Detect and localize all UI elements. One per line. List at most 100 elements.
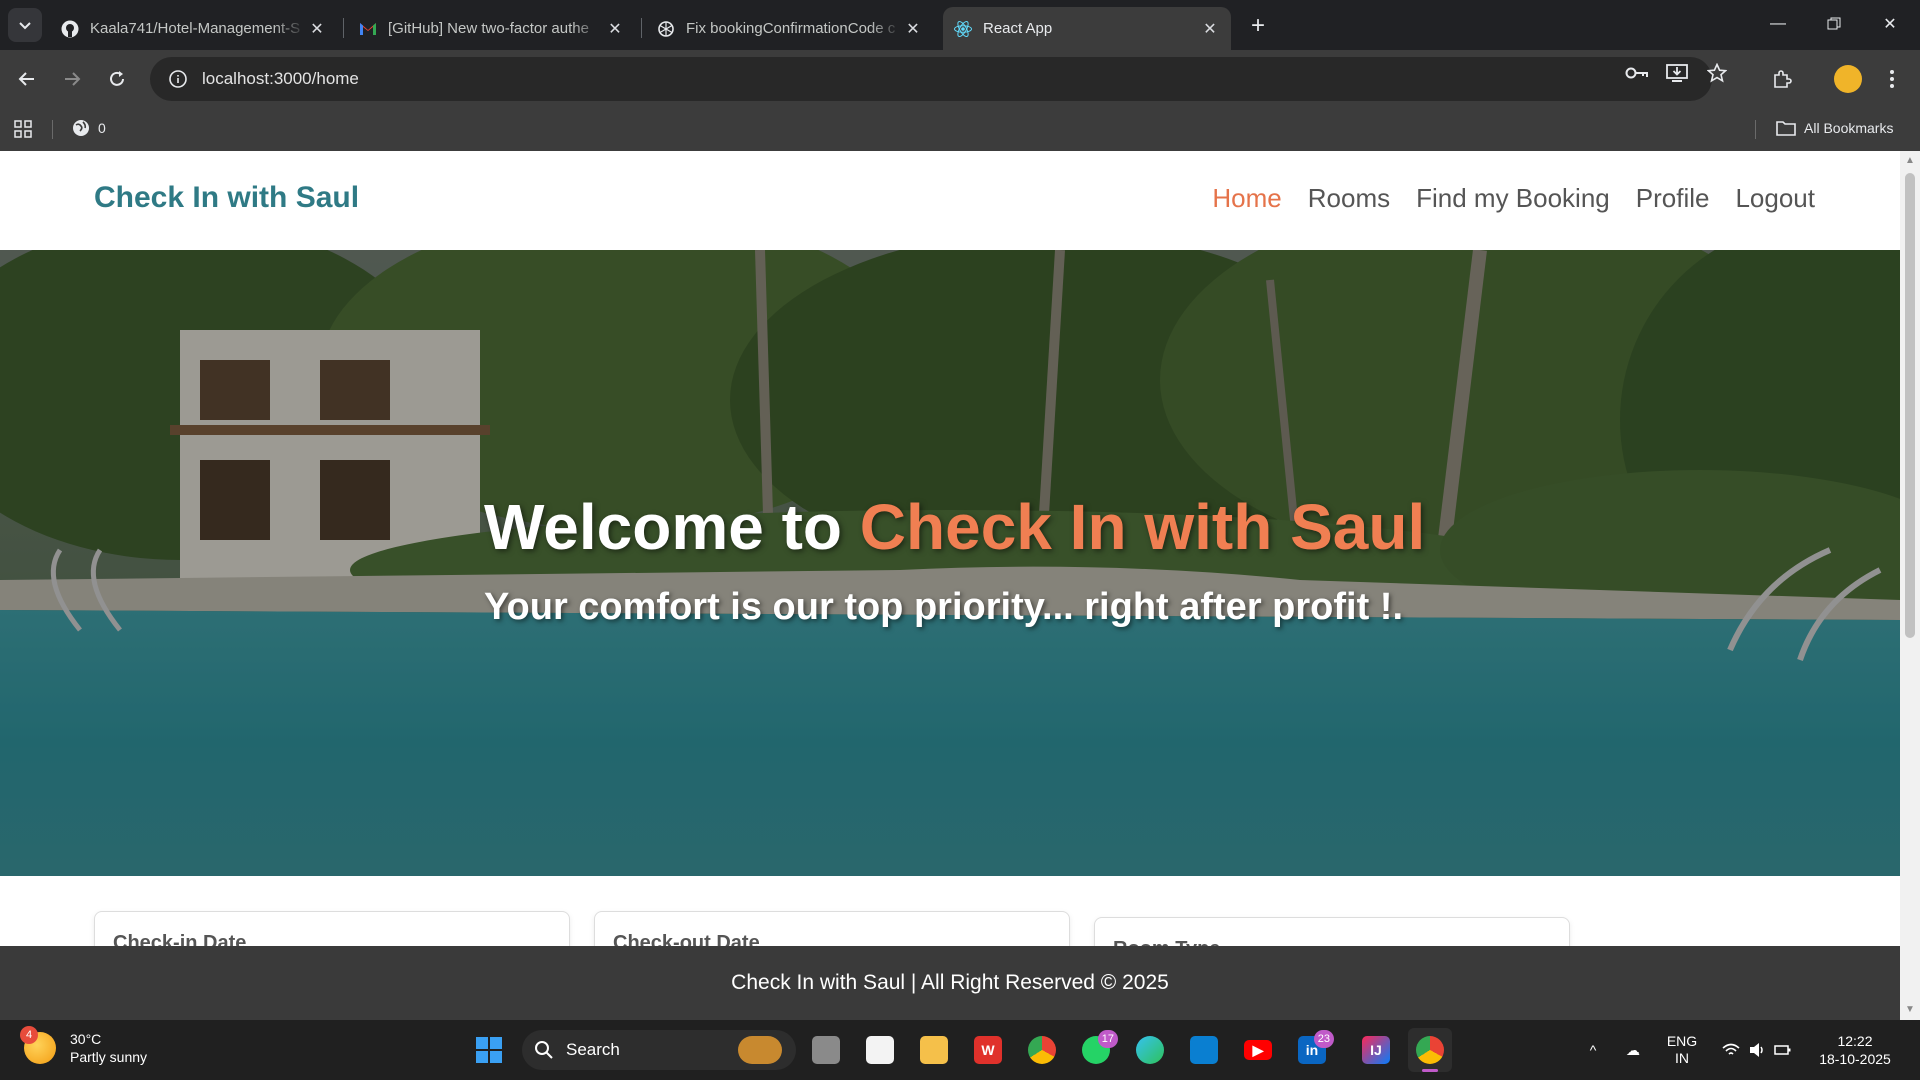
page-scrollbar[interactable]: ▲ ▼ bbox=[1900, 151, 1920, 1020]
vscode-app[interactable] bbox=[1182, 1028, 1226, 1072]
partly-sunny-icon: 4 bbox=[20, 1026, 56, 1064]
whatsapp-app[interactable]: 17 bbox=[1074, 1028, 1118, 1072]
nav-profile[interactable]: Profile bbox=[1636, 183, 1710, 214]
arrow-right-icon bbox=[65, 72, 81, 86]
arrow-left-icon bbox=[18, 72, 34, 86]
tray-overflow-icon[interactable]: ^ bbox=[1580, 1020, 1606, 1080]
nav-rooms[interactable]: Rooms bbox=[1308, 183, 1390, 214]
windows-logo-icon bbox=[476, 1037, 502, 1063]
onedrive-icon[interactable]: ☁ bbox=[1620, 1020, 1646, 1080]
bookmark-star-icon[interactable] bbox=[1704, 60, 1730, 86]
taskbar-search[interactable]: Search bbox=[522, 1030, 796, 1070]
chrome-icon bbox=[1416, 1036, 1444, 1064]
chrome-icon bbox=[1028, 1036, 1056, 1064]
restore-button[interactable] bbox=[1806, 0, 1862, 48]
search-highlight-icon bbox=[738, 1036, 782, 1064]
lang-line2: IN bbox=[1675, 1050, 1689, 1066]
close-icon: ✕ bbox=[1883, 16, 1897, 33]
site-header: Check In with Saul Home Rooms Find my Bo… bbox=[0, 151, 1900, 250]
hero-banner: Welcome to Check In with Saul Your comfo… bbox=[0, 250, 1900, 876]
bookmark-item[interactable]: 0 bbox=[72, 119, 106, 137]
site-info-icon[interactable] bbox=[156, 69, 200, 89]
tab-react-app[interactable]: React App ✕ bbox=[943, 7, 1231, 50]
forward-button[interactable] bbox=[54, 61, 90, 97]
close-icon[interactable]: ✕ bbox=[902, 18, 924, 40]
wifi-icon[interactable] bbox=[1718, 1020, 1744, 1080]
bookmark-divider bbox=[1755, 120, 1756, 139]
reload-button[interactable] bbox=[99, 61, 135, 97]
scroll-down-icon[interactable]: ▼ bbox=[1904, 1004, 1916, 1016]
whatsapp-badge: 17 bbox=[1097, 1030, 1118, 1048]
intellij-app[interactable]: IJ bbox=[1354, 1028, 1398, 1072]
close-window-button[interactable]: ✕ bbox=[1862, 0, 1918, 48]
tab-title: Kaala741/Hotel-Management-S bbox=[90, 20, 301, 37]
clock-date: 18-10-2025 bbox=[1819, 1051, 1891, 1067]
nav-logout[interactable]: Logout bbox=[1735, 183, 1815, 214]
footer-text: Check In with Saul | All Right Reserved … bbox=[731, 971, 1169, 994]
tab-github[interactable]: Kaala741/Hotel-Management-S ✕ bbox=[50, 7, 338, 50]
edge-app[interactable] bbox=[1128, 1028, 1172, 1072]
hero-welcome: Welcome to bbox=[484, 491, 842, 563]
restore-icon bbox=[1827, 17, 1841, 30]
close-icon[interactable]: ✕ bbox=[306, 18, 328, 40]
taskview-button[interactable] bbox=[804, 1028, 848, 1072]
weather-badge: 4 bbox=[20, 1026, 38, 1044]
clock-time: 12:22 bbox=[1837, 1033, 1873, 1049]
folder-icon bbox=[1776, 121, 1796, 136]
plus-icon: + bbox=[1250, 12, 1265, 39]
weather-desc: Partly sunny bbox=[70, 1049, 148, 1065]
url-text: localhost:3000/home bbox=[202, 69, 359, 88]
extensions-icon[interactable] bbox=[1764, 61, 1800, 97]
lang-line1: ENG bbox=[1666, 1033, 1698, 1049]
chatgpt-icon bbox=[656, 19, 676, 39]
install-app-icon[interactable] bbox=[1664, 60, 1690, 86]
tab-gmail[interactable]: [GitHub] New two-factor authe ✕ bbox=[348, 7, 636, 50]
weather-widget[interactable]: 4 30°C Partly sunny bbox=[20, 1026, 148, 1066]
clock[interactable]: 12:22 18-10-2025 bbox=[1810, 1020, 1900, 1080]
language-indicator[interactable]: ENG IN bbox=[1662, 1020, 1702, 1080]
store-app[interactable] bbox=[858, 1028, 902, 1072]
minimize-button[interactable]: — bbox=[1750, 0, 1806, 48]
linkedin-app[interactable]: in 23 bbox=[1290, 1028, 1334, 1072]
tab-title: [GitHub] New two-factor authe bbox=[388, 20, 589, 37]
new-tab-button[interactable]: + bbox=[1244, 12, 1272, 40]
volume-icon[interactable] bbox=[1744, 1020, 1770, 1080]
chrome-app-active[interactable] bbox=[1408, 1028, 1452, 1072]
vscode-icon bbox=[1190, 1036, 1218, 1064]
site-brand[interactable]: Check In with Saul bbox=[94, 181, 359, 215]
apps-grid-icon[interactable] bbox=[14, 120, 32, 141]
nav-find-my-booking[interactable]: Find my Booking bbox=[1416, 183, 1610, 214]
gmail-icon bbox=[358, 19, 378, 39]
chrome-app[interactable] bbox=[1020, 1028, 1064, 1072]
battery-icon[interactable] bbox=[1770, 1020, 1796, 1080]
tab-divider bbox=[641, 18, 642, 38]
more-menu-icon[interactable] bbox=[1874, 61, 1910, 97]
minimize-icon: — bbox=[1770, 15, 1786, 32]
nav-home[interactable]: Home bbox=[1212, 183, 1281, 214]
all-bookmarks-button[interactable]: All Bookmarks bbox=[1776, 120, 1893, 136]
wps-office-icon: W bbox=[974, 1036, 1002, 1064]
scroll-up-icon[interactable]: ▲ bbox=[1904, 155, 1916, 167]
tab-search-button[interactable] bbox=[8, 8, 42, 42]
profile-avatar[interactable] bbox=[1834, 65, 1862, 93]
address-bar[interactable]: localhost:3000/home bbox=[150, 57, 1712, 101]
start-button[interactable] bbox=[467, 1028, 511, 1072]
file-explorer-app[interactable] bbox=[912, 1028, 956, 1072]
windows-taskbar: 4 30°C Partly sunny Search W 17 ▶ in 23 … bbox=[0, 1020, 1920, 1080]
edge-icon bbox=[1136, 1036, 1164, 1064]
close-icon[interactable]: ✕ bbox=[604, 18, 626, 40]
tab-divider bbox=[343, 18, 344, 38]
scrollbar-thumb[interactable] bbox=[1905, 173, 1915, 638]
folder-icon bbox=[920, 1036, 948, 1064]
password-key-icon[interactable] bbox=[1624, 60, 1650, 86]
chevron-down-icon bbox=[19, 22, 31, 30]
back-button[interactable] bbox=[9, 61, 45, 97]
youtube-app[interactable]: ▶ bbox=[1236, 1028, 1280, 1072]
main-nav: Home Rooms Find my Booking Profile Logou… bbox=[1212, 183, 1815, 214]
wps-office-app[interactable]: W bbox=[966, 1028, 1010, 1072]
all-bookmarks-label: All Bookmarks bbox=[1804, 120, 1894, 136]
tab-chatgpt[interactable]: Fix bookingConfirmationCode c ✕ bbox=[646, 7, 934, 50]
tab-title: Fix bookingConfirmationCode c bbox=[686, 20, 896, 37]
intellij-icon: IJ bbox=[1362, 1036, 1390, 1064]
close-icon[interactable]: ✕ bbox=[1199, 18, 1221, 40]
